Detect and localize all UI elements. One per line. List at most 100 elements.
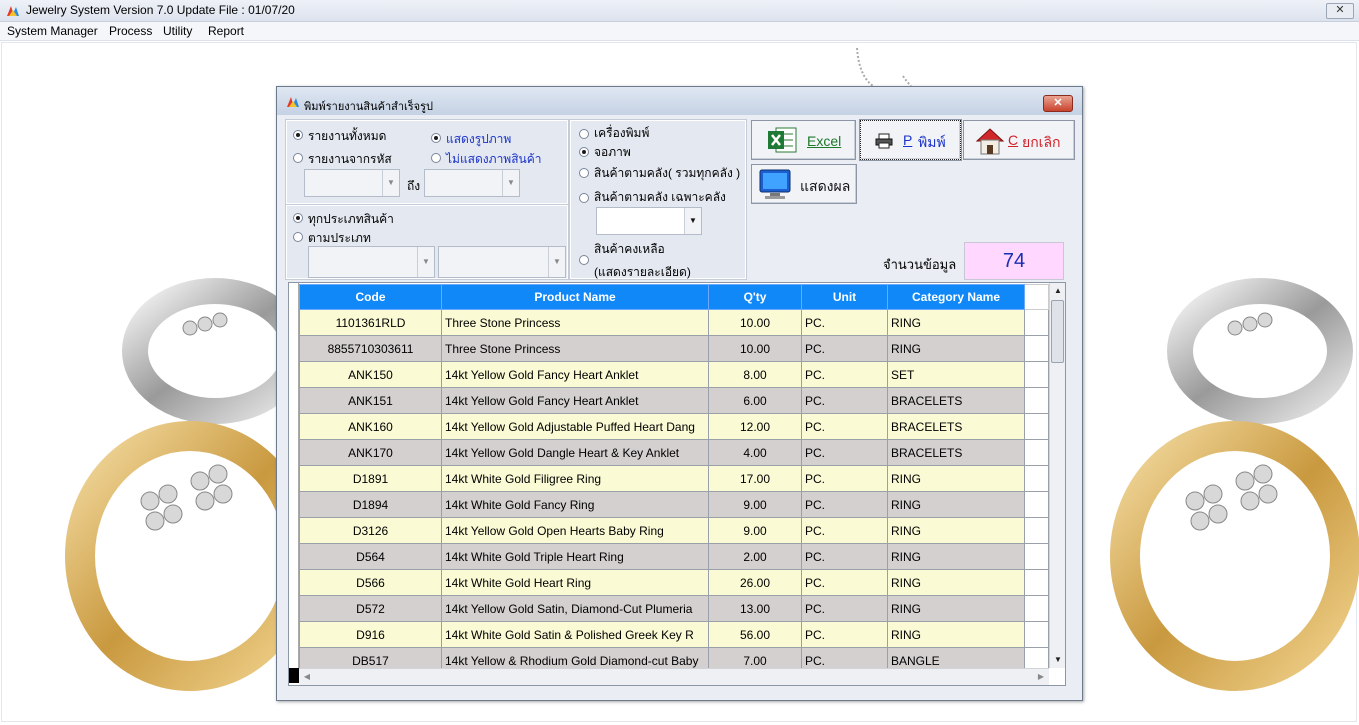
cell-qty[interactable]: 17.00	[708, 465, 802, 492]
cell-product-name[interactable]: 14kt Yellow Gold Fancy Heart Anklet	[441, 387, 709, 414]
category-to-combo[interactable]: ▼	[438, 246, 566, 278]
excel-button[interactable]: Excel	[751, 120, 856, 160]
table-row[interactable]: D916 14kt White Gold Satin & Polished Gre…	[299, 621, 1049, 648]
cell-code[interactable]: D572	[299, 595, 442, 622]
cell-unit[interactable]: PC.	[801, 621, 888, 648]
cell-qty[interactable]: 9.00	[708, 491, 802, 518]
cell-product-name[interactable]: 14kt Yellow Gold Satin, Diamond-Cut Plum…	[441, 595, 709, 622]
cell-category[interactable]: RING	[887, 335, 1025, 362]
cell-product-name[interactable]: 14kt Yellow Gold Dangle Heart & Key Ankl…	[441, 439, 709, 466]
table-row[interactable]: D572 14kt Yellow Gold Satin, Diamond-Cut …	[299, 595, 1049, 622]
cell-qty[interactable]: 26.00	[708, 569, 802, 596]
cell-qty[interactable]: 9.00	[708, 517, 802, 544]
cell-code[interactable]: 1101361RLD	[299, 309, 442, 336]
table-row[interactable]: 8855710303611 Three Stone Princess 10.00 PC…	[299, 335, 1049, 362]
cell-unit[interactable]: PC.	[801, 361, 888, 388]
cell-qty[interactable]: 2.00	[708, 543, 802, 570]
cell-unit[interactable]: PC.	[801, 465, 888, 492]
radio-warehouse-specific[interactable]	[579, 193, 589, 203]
table-row[interactable]: ANK150 14kt Yellow Gold Fancy Heart Ankle…	[299, 361, 1049, 388]
cell-unit[interactable]: PC.	[801, 335, 888, 362]
cell-qty[interactable]: 8.00	[708, 361, 802, 388]
table-row[interactable]: 1101361RLD Three Stone Princess 10.00 PC. RI…	[299, 309, 1049, 336]
radio-all-reports[interactable]	[293, 130, 303, 140]
cell-product-name[interactable]: 14kt White Gold Heart Ring	[441, 569, 709, 596]
cell-product-name[interactable]: 14kt Yellow Gold Adjustable Puffed Heart…	[441, 413, 709, 440]
table-row[interactable]: D566 14kt White Gold Heart Ring 26.00 PC. RI…	[299, 569, 1049, 596]
cell-category[interactable]: RING	[887, 569, 1025, 596]
cell-category[interactable]: RING	[887, 465, 1025, 492]
cell-unit[interactable]: PC.	[801, 569, 888, 596]
radio-warehouse-all[interactable]	[579, 168, 589, 178]
cell-category[interactable]: BRACELETS	[887, 413, 1025, 440]
cell-code[interactable]: ANK150	[299, 361, 442, 388]
cell-category[interactable]: RING	[887, 621, 1025, 648]
cell-code[interactable]: ANK160	[299, 413, 442, 440]
cell-category[interactable]: BRACELETS	[887, 387, 1025, 414]
menu-system-manager[interactable]: System Manager	[7, 24, 98, 38]
cancel-button[interactable]: C ยกเลิก	[963, 120, 1075, 160]
radio-screen[interactable]	[579, 147, 589, 157]
col-header-code[interactable]: Code	[299, 284, 442, 310]
vertical-scrollbar[interactable]: ▲ ▼	[1049, 283, 1065, 668]
cell-product-name[interactable]: 14kt White Gold Filigree Ring	[441, 465, 709, 492]
print-button[interactable]: P พิมพ์	[859, 119, 962, 161]
cell-code[interactable]: D1891	[299, 465, 442, 492]
cell-code[interactable]: 8855710303611	[299, 335, 442, 362]
cell-qty[interactable]: 6.00	[708, 387, 802, 414]
table-row[interactable]: D564 14kt White Gold Triple Heart Ring 2.0…	[299, 543, 1049, 570]
cell-category[interactable]: BRACELETS	[887, 439, 1025, 466]
radio-printer[interactable]	[579, 129, 589, 139]
cell-qty[interactable]: 13.00	[708, 595, 802, 622]
cell-code[interactable]: D564	[299, 543, 442, 570]
warehouse-combo[interactable]: ▼	[596, 207, 702, 235]
col-header-product-name[interactable]: Product Name	[441, 284, 709, 310]
menu-report[interactable]: Report	[208, 24, 244, 38]
radio-hide-picture[interactable]	[431, 153, 441, 163]
cell-code[interactable]: D916	[299, 621, 442, 648]
cell-category[interactable]: RING	[887, 543, 1025, 570]
scroll-thumb[interactable]	[1051, 300, 1064, 363]
radio-show-picture[interactable]	[431, 133, 441, 143]
radio-remaining[interactable]	[579, 255, 589, 265]
scroll-down-icon[interactable]: ▼	[1050, 652, 1066, 668]
col-header-qty[interactable]: Q'ty	[708, 284, 802, 310]
cell-code[interactable]: D3126	[299, 517, 442, 544]
cell-code[interactable]: D1894	[299, 491, 442, 518]
cell-unit[interactable]: PC.	[801, 517, 888, 544]
table-row[interactable]: ANK160 14kt Yellow Gold Adjustable Puffed…	[299, 413, 1049, 440]
cell-unit[interactable]: PC.	[801, 309, 888, 336]
table-row[interactable]: ANK151 14kt Yellow Gold Fancy Heart Ankle…	[299, 387, 1049, 414]
cell-product-name[interactable]: Three Stone Princess	[441, 309, 709, 336]
cell-product-name[interactable]: 14kt Yellow Gold Fancy Heart Anklet	[441, 361, 709, 388]
cell-code[interactable]: ANK151	[299, 387, 442, 414]
cell-category[interactable]: RING	[887, 517, 1025, 544]
cell-product-name[interactable]: 14kt Yellow Gold Open Hearts Baby Ring	[441, 517, 709, 544]
scroll-right-icon[interactable]: ▶	[1033, 669, 1049, 685]
menu-utility[interactable]: Utility	[163, 24, 192, 38]
cell-code[interactable]: ANK170	[299, 439, 442, 466]
cell-qty[interactable]: 4.00	[708, 439, 802, 466]
radio-by-code[interactable]	[293, 153, 303, 163]
cell-code[interactable]: D566	[299, 569, 442, 596]
table-row[interactable]: D3126 14kt Yellow Gold Open Hearts Baby R…	[299, 517, 1049, 544]
category-from-combo[interactable]: ▼	[308, 246, 435, 278]
table-row[interactable]: D1891 14kt White Gold Filigree Ring 17.00 P…	[299, 465, 1049, 492]
cell-product-name[interactable]: 14kt White Gold Satin & Polished Greek K…	[441, 621, 709, 648]
col-header-unit[interactable]: Unit	[801, 284, 888, 310]
code-from-combo[interactable]: ▼	[304, 169, 400, 197]
cell-unit[interactable]: PC.	[801, 387, 888, 414]
cell-product-name[interactable]: Three Stone Princess	[441, 335, 709, 362]
table-row[interactable]: ANK170 14kt Yellow Gold Dangle Heart & Ke…	[299, 439, 1049, 466]
cell-unit[interactable]: PC.	[801, 595, 888, 622]
cell-product-name[interactable]: 14kt White Gold Fancy Ring	[441, 491, 709, 518]
dialog-close-button[interactable]: ✕	[1043, 95, 1073, 112]
cell-category[interactable]: RING	[887, 595, 1025, 622]
scroll-up-icon[interactable]: ▲	[1050, 283, 1066, 299]
menu-process[interactable]: Process	[109, 24, 152, 38]
col-header-category[interactable]: Category Name	[887, 284, 1025, 310]
show-result-button[interactable]: แสดงผล	[751, 164, 857, 204]
scroll-left-icon[interactable]: ◀	[299, 669, 315, 685]
radio-all-categories[interactable]	[293, 213, 303, 223]
cell-category[interactable]: SET	[887, 361, 1025, 388]
